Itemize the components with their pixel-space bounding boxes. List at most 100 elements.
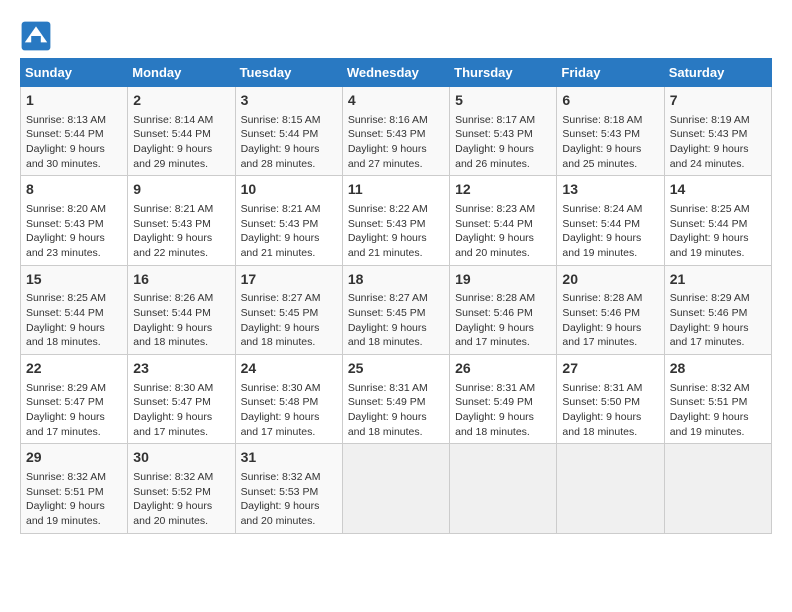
day-cell: 10Sunrise: 8:21 AM Sunset: 5:43 PM Dayli… xyxy=(235,176,342,265)
day-number: 8 xyxy=(26,180,122,200)
day-cell: 14Sunrise: 8:25 AM Sunset: 5:44 PM Dayli… xyxy=(664,176,771,265)
day-number: 20 xyxy=(562,270,658,290)
day-number: 16 xyxy=(133,270,229,290)
day-info: Sunrise: 8:26 AM Sunset: 5:44 PM Dayligh… xyxy=(133,291,229,350)
day-cell: 18Sunrise: 8:27 AM Sunset: 5:45 PM Dayli… xyxy=(342,265,449,354)
day-info: Sunrise: 8:31 AM Sunset: 5:49 PM Dayligh… xyxy=(348,381,444,440)
day-info: Sunrise: 8:28 AM Sunset: 5:46 PM Dayligh… xyxy=(562,291,658,350)
day-info: Sunrise: 8:13 AM Sunset: 5:44 PM Dayligh… xyxy=(26,113,122,172)
day-cell: 27Sunrise: 8:31 AM Sunset: 5:50 PM Dayli… xyxy=(557,355,664,444)
header-day-wednesday: Wednesday xyxy=(342,59,449,87)
day-info: Sunrise: 8:27 AM Sunset: 5:45 PM Dayligh… xyxy=(348,291,444,350)
day-number: 22 xyxy=(26,359,122,379)
day-number: 29 xyxy=(26,448,122,468)
day-info: Sunrise: 8:28 AM Sunset: 5:46 PM Dayligh… xyxy=(455,291,551,350)
week-row-5: 29Sunrise: 8:32 AM Sunset: 5:51 PM Dayli… xyxy=(21,444,772,533)
day-number: 24 xyxy=(241,359,337,379)
day-cell: 23Sunrise: 8:30 AM Sunset: 5:47 PM Dayli… xyxy=(128,355,235,444)
day-cell: 26Sunrise: 8:31 AM Sunset: 5:49 PM Dayli… xyxy=(450,355,557,444)
header-day-friday: Friday xyxy=(557,59,664,87)
header-day-monday: Monday xyxy=(128,59,235,87)
day-info: Sunrise: 8:18 AM Sunset: 5:43 PM Dayligh… xyxy=(562,113,658,172)
day-cell xyxy=(450,444,557,533)
day-info: Sunrise: 8:32 AM Sunset: 5:51 PM Dayligh… xyxy=(26,470,122,529)
day-number: 3 xyxy=(241,91,337,111)
day-cell: 28Sunrise: 8:32 AM Sunset: 5:51 PM Dayli… xyxy=(664,355,771,444)
day-number: 13 xyxy=(562,180,658,200)
day-info: Sunrise: 8:14 AM Sunset: 5:44 PM Dayligh… xyxy=(133,113,229,172)
day-number: 26 xyxy=(455,359,551,379)
day-cell: 12Sunrise: 8:23 AM Sunset: 5:44 PM Dayli… xyxy=(450,176,557,265)
day-number: 4 xyxy=(348,91,444,111)
day-info: Sunrise: 8:32 AM Sunset: 5:53 PM Dayligh… xyxy=(241,470,337,529)
day-number: 21 xyxy=(670,270,766,290)
day-number: 31 xyxy=(241,448,337,468)
day-cell: 17Sunrise: 8:27 AM Sunset: 5:45 PM Dayli… xyxy=(235,265,342,354)
day-number: 30 xyxy=(133,448,229,468)
day-info: Sunrise: 8:30 AM Sunset: 5:48 PM Dayligh… xyxy=(241,381,337,440)
day-number: 18 xyxy=(348,270,444,290)
day-number: 10 xyxy=(241,180,337,200)
day-info: Sunrise: 8:25 AM Sunset: 5:44 PM Dayligh… xyxy=(670,202,766,261)
day-cell: 30Sunrise: 8:32 AM Sunset: 5:52 PM Dayli… xyxy=(128,444,235,533)
day-number: 14 xyxy=(670,180,766,200)
day-cell: 5Sunrise: 8:17 AM Sunset: 5:43 PM Daylig… xyxy=(450,87,557,176)
week-row-1: 1Sunrise: 8:13 AM Sunset: 5:44 PM Daylig… xyxy=(21,87,772,176)
day-number: 5 xyxy=(455,91,551,111)
header-day-saturday: Saturday xyxy=(664,59,771,87)
day-cell: 13Sunrise: 8:24 AM Sunset: 5:44 PM Dayli… xyxy=(557,176,664,265)
day-cell xyxy=(664,444,771,533)
day-info: Sunrise: 8:16 AM Sunset: 5:43 PM Dayligh… xyxy=(348,113,444,172)
day-number: 6 xyxy=(562,91,658,111)
day-number: 1 xyxy=(26,91,122,111)
day-info: Sunrise: 8:21 AM Sunset: 5:43 PM Dayligh… xyxy=(133,202,229,261)
day-info: Sunrise: 8:20 AM Sunset: 5:43 PM Dayligh… xyxy=(26,202,122,261)
week-row-4: 22Sunrise: 8:29 AM Sunset: 5:47 PM Dayli… xyxy=(21,355,772,444)
day-info: Sunrise: 8:32 AM Sunset: 5:52 PM Dayligh… xyxy=(133,470,229,529)
day-info: Sunrise: 8:29 AM Sunset: 5:46 PM Dayligh… xyxy=(670,291,766,350)
day-info: Sunrise: 8:17 AM Sunset: 5:43 PM Dayligh… xyxy=(455,113,551,172)
day-cell: 20Sunrise: 8:28 AM Sunset: 5:46 PM Dayli… xyxy=(557,265,664,354)
day-cell xyxy=(342,444,449,533)
day-info: Sunrise: 8:19 AM Sunset: 5:43 PM Dayligh… xyxy=(670,113,766,172)
day-number: 28 xyxy=(670,359,766,379)
day-number: 12 xyxy=(455,180,551,200)
day-cell xyxy=(557,444,664,533)
day-cell: 11Sunrise: 8:22 AM Sunset: 5:43 PM Dayli… xyxy=(342,176,449,265)
header-day-sunday: Sunday xyxy=(21,59,128,87)
day-number: 15 xyxy=(26,270,122,290)
day-cell: 1Sunrise: 8:13 AM Sunset: 5:44 PM Daylig… xyxy=(21,87,128,176)
day-info: Sunrise: 8:31 AM Sunset: 5:50 PM Dayligh… xyxy=(562,381,658,440)
week-row-3: 15Sunrise: 8:25 AM Sunset: 5:44 PM Dayli… xyxy=(21,265,772,354)
day-cell: 22Sunrise: 8:29 AM Sunset: 5:47 PM Dayli… xyxy=(21,355,128,444)
week-row-2: 8Sunrise: 8:20 AM Sunset: 5:43 PM Daylig… xyxy=(21,176,772,265)
day-cell: 16Sunrise: 8:26 AM Sunset: 5:44 PM Dayli… xyxy=(128,265,235,354)
day-cell: 24Sunrise: 8:30 AM Sunset: 5:48 PM Dayli… xyxy=(235,355,342,444)
day-info: Sunrise: 8:24 AM Sunset: 5:44 PM Dayligh… xyxy=(562,202,658,261)
day-cell: 4Sunrise: 8:16 AM Sunset: 5:43 PM Daylig… xyxy=(342,87,449,176)
day-cell: 19Sunrise: 8:28 AM Sunset: 5:46 PM Dayli… xyxy=(450,265,557,354)
logo xyxy=(20,20,58,52)
day-number: 19 xyxy=(455,270,551,290)
day-number: 2 xyxy=(133,91,229,111)
day-number: 25 xyxy=(348,359,444,379)
day-info: Sunrise: 8:31 AM Sunset: 5:49 PM Dayligh… xyxy=(455,381,551,440)
day-cell: 7Sunrise: 8:19 AM Sunset: 5:43 PM Daylig… xyxy=(664,87,771,176)
day-cell: 8Sunrise: 8:20 AM Sunset: 5:43 PM Daylig… xyxy=(21,176,128,265)
day-info: Sunrise: 8:27 AM Sunset: 5:45 PM Dayligh… xyxy=(241,291,337,350)
day-cell: 2Sunrise: 8:14 AM Sunset: 5:44 PM Daylig… xyxy=(128,87,235,176)
day-info: Sunrise: 8:23 AM Sunset: 5:44 PM Dayligh… xyxy=(455,202,551,261)
day-cell: 25Sunrise: 8:31 AM Sunset: 5:49 PM Dayli… xyxy=(342,355,449,444)
day-number: 9 xyxy=(133,180,229,200)
day-cell: 15Sunrise: 8:25 AM Sunset: 5:44 PM Dayli… xyxy=(21,265,128,354)
day-cell: 6Sunrise: 8:18 AM Sunset: 5:43 PM Daylig… xyxy=(557,87,664,176)
day-cell: 31Sunrise: 8:32 AM Sunset: 5:53 PM Dayli… xyxy=(235,444,342,533)
header-day-thursday: Thursday xyxy=(450,59,557,87)
day-info: Sunrise: 8:15 AM Sunset: 5:44 PM Dayligh… xyxy=(241,113,337,172)
day-cell: 21Sunrise: 8:29 AM Sunset: 5:46 PM Dayli… xyxy=(664,265,771,354)
day-cell: 3Sunrise: 8:15 AM Sunset: 5:44 PM Daylig… xyxy=(235,87,342,176)
day-info: Sunrise: 8:22 AM Sunset: 5:43 PM Dayligh… xyxy=(348,202,444,261)
logo-icon xyxy=(20,20,52,52)
day-cell: 9Sunrise: 8:21 AM Sunset: 5:43 PM Daylig… xyxy=(128,176,235,265)
day-number: 17 xyxy=(241,270,337,290)
